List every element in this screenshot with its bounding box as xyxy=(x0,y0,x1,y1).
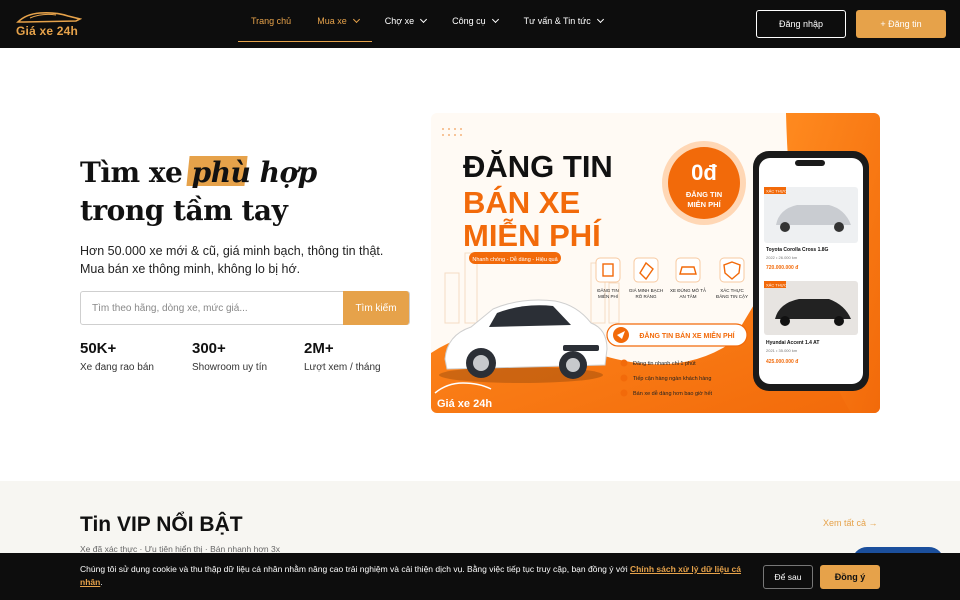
stat-label: Lượt xem / tháng xyxy=(304,362,381,373)
later-button[interactable]: Để sau xyxy=(763,565,813,589)
car-logo-icon xyxy=(16,12,82,23)
hero-subtitle-line: Hơn 50.000 xe mới & cũ, giá minh bạch, t… xyxy=(80,244,384,258)
stat-value: 300+ xyxy=(192,340,226,357)
banner-headline: MIỄN PHÍ xyxy=(463,218,602,253)
phone-card-badge: XÁC THỰC xyxy=(766,189,787,194)
phone-card-name: Toyota Corolla Cross 1.8G xyxy=(766,247,829,253)
feature-label: XE ĐÚNG MÔ TẢ xyxy=(670,287,706,293)
feature-label: GIÁ MINH BẠCH xyxy=(629,287,663,293)
banner-headline: BÁN XE xyxy=(463,185,580,220)
stat-label: Showroom uy tín xyxy=(192,362,268,373)
logo-text: Giá xe 24h xyxy=(16,24,79,38)
search-button[interactable]: Tìm kiếm xyxy=(343,291,409,325)
banner-logo-text: Giá xe 24h xyxy=(437,398,492,410)
chevron-down-icon xyxy=(596,15,604,24)
search-input[interactable] xyxy=(81,292,345,324)
section-title: Tin VIP NỔI BẬT xyxy=(80,513,243,536)
see-all-link[interactable]: Xem tất cả → xyxy=(823,518,878,528)
stat-item: 300+ Showroom uy tín xyxy=(192,340,304,373)
badge-price: 0đ xyxy=(691,160,717,185)
benefit-item: Đăng tin nhanh chỉ 1 phút xyxy=(633,360,696,367)
cookie-message-end: . xyxy=(100,577,103,587)
promo-banner[interactable]: ĐĂNG TIN BÁN XE MIỄN PHÍ 0đ ĐĂNG TIN MIỄ… xyxy=(431,113,880,413)
feature-label: ĐĂNG TIN CẬY xyxy=(716,293,748,299)
feature-label: MIỄN PHÍ xyxy=(598,293,619,299)
stat-item: 2M+ Lượt xem / tháng xyxy=(304,340,416,373)
phone-card-meta: 2022 • 26.000 km xyxy=(766,255,798,260)
phone-card-price: 425.000.000 đ xyxy=(766,359,799,365)
hero-subtitle-line: Mua bán xe thông minh, không lo bị hớ. xyxy=(80,262,301,276)
phone-card-price: 720.000.000 đ xyxy=(766,265,799,271)
banner-cta: ĐĂNG TIN BÁN XE MIỄN PHÍ xyxy=(639,331,735,340)
hero-stats: 50K+ Xe đang rao bán 300+ Showroom uy tí… xyxy=(80,340,416,373)
hero-subtitle: Hơn 50.000 xe mới & cũ, giá minh bạch, t… xyxy=(80,242,420,278)
benefit-item: Tiếp cận hàng ngàn khách hàng xyxy=(633,376,711,382)
nav-item-label: Chợ xe xyxy=(384,16,415,26)
hero-title-part: Tìm xe xyxy=(80,156,192,189)
hero-title-highlight: phù hợp xyxy=(192,154,318,192)
chevron-down-icon xyxy=(491,15,499,24)
nav-item-label: Mua xe xyxy=(317,15,347,26)
feature-label: RÕ RÀNG xyxy=(635,293,657,299)
stat-value: 2M+ xyxy=(304,340,334,357)
hero-title-line2: trong tầm tay xyxy=(80,194,288,227)
nav-item-tools[interactable]: Công cụ xyxy=(439,0,511,42)
nav-item-label: Tư vấn & Tin tức xyxy=(523,16,591,26)
cookie-text: Chúng tôi sử dụng cookie và thu thập dữ … xyxy=(80,563,752,589)
top-navbar: Giá xe 24h Trang chủ Mua xe Chợ xe Công … xyxy=(0,0,960,48)
stat-label: Xe đang rao bán xyxy=(80,362,154,373)
agree-button[interactable]: Đồng ý xyxy=(820,565,880,589)
nav-item-car-market[interactable]: Chợ xe xyxy=(372,0,439,42)
phone-card-meta: 2021 • 35.000 km xyxy=(766,348,798,353)
login-button[interactable]: Đăng nhập xyxy=(756,10,846,38)
feature-label: ĐĂNG TIN xyxy=(597,287,618,293)
feature-label: XÁC THỰC xyxy=(720,287,744,293)
search-bar: Tìm kiếm xyxy=(80,291,410,325)
stat-value: 50K+ xyxy=(80,340,117,357)
nav-item-home[interactable]: Trang chủ xyxy=(238,0,305,42)
cookie-message: Chúng tôi sử dụng cookie và thu thập dữ … xyxy=(80,564,630,574)
nav-item-buy-car[interactable]: Mua xe xyxy=(304,0,372,42)
stat-item: 50K+ Xe đang rao bán xyxy=(80,340,192,373)
chevron-down-icon xyxy=(420,15,428,24)
nav-item-advice-news[interactable]: Tư vấn & Tin tức xyxy=(511,0,616,42)
main-menu: Trang chủ Mua xe Chợ xe Công cụ Tư vấn &… xyxy=(238,0,616,42)
phone-card-badge: XÁC THỰC xyxy=(766,283,787,288)
phone-card-name: Hyundai Accent 1.4 AT xyxy=(766,340,819,346)
hero-title: Tìm xe phù hợp trong tầm tay xyxy=(80,154,317,230)
benefit-item: Bán xe dễ dàng hơn bao giờ hết xyxy=(633,390,713,397)
logo[interactable]: Giá xe 24h xyxy=(14,10,84,38)
banner-tagline: Nhanh chóng - Dễ dàng - Hiệu quả xyxy=(472,256,558,263)
badge-text: ĐĂNG TIN xyxy=(686,190,722,199)
chevron-down-icon xyxy=(352,15,360,23)
banner-headline: ĐĂNG TIN xyxy=(463,149,613,184)
nav-item-label: Công cụ xyxy=(452,16,486,26)
cookie-consent-bar: Chúng tôi sử dụng cookie và thu thập dữ … xyxy=(0,553,960,600)
phone-mockup: XÁC THỰC Toyota Corolla Cross 1.8G 2022 … xyxy=(753,151,869,391)
feature-label: AN TÂM xyxy=(680,293,697,299)
post-listing-button[interactable]: + Đăng tin xyxy=(856,10,946,38)
promo-banner-graphic: ĐĂNG TIN BÁN XE MIỄN PHÍ 0đ ĐĂNG TIN MIỄ… xyxy=(431,113,880,413)
badge-text: MIỄN PHÍ xyxy=(687,200,721,209)
nav-item-label: Trang chủ xyxy=(251,15,292,26)
